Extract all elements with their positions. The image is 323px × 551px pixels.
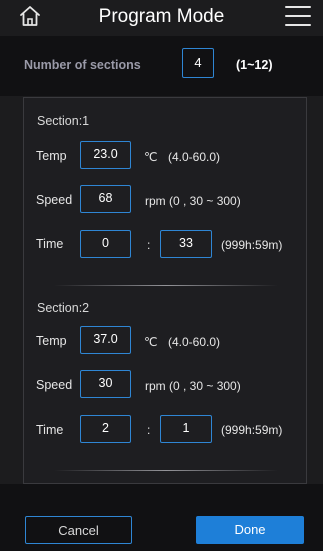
speed-label: Speed	[36, 193, 73, 207]
temp-range: (4.0-60.0)	[168, 335, 221, 349]
temp-unit: ℃	[144, 150, 158, 164]
section-1: Section:1 Temp 23.0 ℃ (4.0-60.0) Speed 6…	[24, 98, 306, 286]
time-label: Time	[36, 423, 64, 437]
section-title: Section:1	[37, 114, 90, 128]
footer-bar: Cancel Done	[0, 484, 323, 551]
speed-label: Speed	[36, 378, 73, 392]
time-hours-input[interactable]: 2	[80, 415, 131, 443]
time-hours-input[interactable]: 0	[80, 230, 131, 258]
section-2: Section:2 Temp 37.0 ℃ (4.0-60.0) Speed 3…	[24, 286, 306, 474]
hamburger-menu-icon[interactable]	[285, 6, 311, 26]
cancel-button[interactable]: Cancel	[25, 516, 132, 544]
time-range: (999h:59m)	[221, 423, 283, 437]
time-range: (999h:59m)	[221, 238, 283, 252]
section-title: Section:2	[37, 301, 90, 315]
section-divider	[54, 470, 278, 471]
number-of-sections-range: (1~12)	[236, 58, 273, 72]
done-button[interactable]: Done	[196, 516, 304, 544]
time-separator: :	[147, 238, 151, 252]
temp-input[interactable]: 23.0	[80, 141, 131, 169]
temp-range: (4.0-60.0)	[168, 150, 221, 164]
speed-unit-range: rpm (0 , 30 ~ 300)	[145, 194, 241, 208]
sections-panel[interactable]: Section:1 Temp 23.0 ℃ (4.0-60.0) Speed 6…	[23, 97, 307, 484]
speed-unit-range: rpm (0 , 30 ~ 300)	[145, 379, 241, 393]
speed-input[interactable]: 68	[80, 185, 131, 213]
speed-input[interactable]: 30	[80, 370, 131, 398]
time-separator: :	[147, 423, 151, 437]
temp-label: Temp	[36, 149, 67, 163]
temp-label: Temp	[36, 334, 67, 348]
temp-unit: ℃	[144, 335, 158, 349]
number-of-sections-label: Number of sections	[24, 58, 141, 72]
time-minutes-input[interactable]: 33	[160, 230, 212, 258]
time-label: Time	[36, 237, 64, 251]
temp-input[interactable]: 37.0	[80, 326, 131, 354]
app-header: Program Mode	[0, 0, 323, 36]
page-title: Program Mode	[98, 6, 225, 27]
number-of-sections-row: Number of sections 4 (1~12)	[0, 36, 323, 96]
number-of-sections-input[interactable]: 4	[182, 48, 214, 78]
time-minutes-input[interactable]: 1	[160, 415, 212, 443]
